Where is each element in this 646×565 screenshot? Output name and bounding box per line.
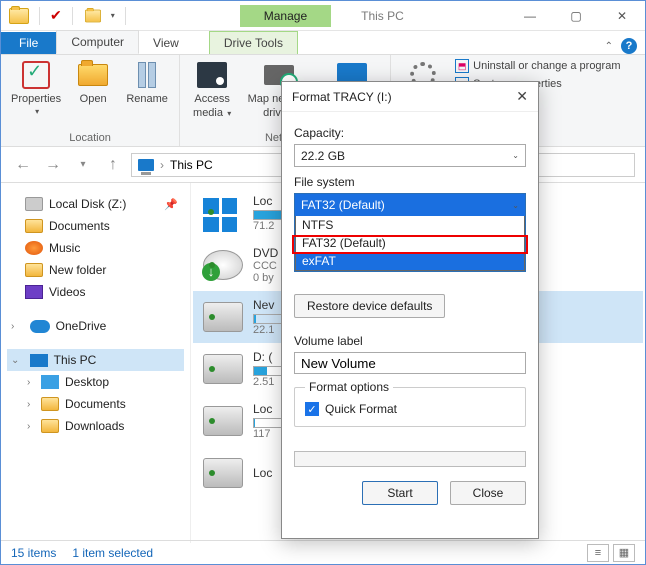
tab-view[interactable]: View	[139, 32, 193, 54]
uninstall-icon: ⬒	[455, 59, 469, 73]
back-button[interactable]: ←	[11, 153, 35, 177]
status-selected: 1 item selected	[72, 546, 153, 560]
chevron-down-icon: ⌄	[512, 201, 519, 210]
ribbon-open[interactable]: Open	[71, 59, 115, 105]
qa-folder-icon[interactable]	[85, 9, 101, 22]
drive-icon	[203, 302, 243, 332]
filesystem-options: NTFS FAT32 (Default) exFAT	[295, 216, 525, 271]
tab-drive-tools[interactable]: Drive Tools	[209, 31, 298, 54]
ribbon-uninstall[interactable]: ⬒Uninstall or change a program	[455, 59, 620, 73]
dvd-icon	[203, 250, 243, 280]
filesystem-label: File system	[294, 175, 526, 189]
chevron-right-icon[interactable]: ›	[27, 377, 30, 388]
ribbon-tabs: File Computer View Drive Tools ⌃ ?	[1, 31, 645, 55]
view-details-button[interactable]: ≡	[587, 544, 609, 562]
videos-icon	[25, 285, 43, 299]
dialog-close-button[interactable]: ✕	[516, 88, 528, 105]
tree-documents-2[interactable]: ›Documents	[7, 393, 184, 415]
view-large-button[interactable]: ▦	[613, 544, 635, 562]
format-dialog: Format TRACY (I:) ✕ Capacity: 22.2 GB⌄ F…	[281, 81, 539, 539]
start-button[interactable]: Start	[362, 481, 438, 505]
ribbon-properties[interactable]: Properties▾	[11, 59, 61, 116]
fs-option-exfat[interactable]: exFAT	[296, 252, 524, 270]
tree-documents[interactable]: Documents	[7, 215, 184, 237]
pc-icon	[138, 159, 154, 171]
tab-computer[interactable]: Computer	[56, 30, 139, 54]
explorer-icon	[9, 8, 29, 24]
collapse-ribbon-icon[interactable]: ⌃	[605, 41, 613, 52]
check-icon: ✓	[305, 402, 319, 416]
close-button-dialog[interactable]: Close	[450, 481, 526, 505]
pc-icon	[30, 354, 48, 367]
tree-videos[interactable]: Videos	[7, 281, 184, 303]
folder-icon	[25, 263, 43, 277]
chevron-down-icon[interactable]: ⌄	[11, 355, 19, 366]
format-options-label: Format options	[305, 380, 393, 394]
folder-icon	[25, 219, 43, 233]
maximize-button[interactable]: ▢	[553, 1, 599, 31]
music-icon	[25, 241, 43, 255]
status-bar: 15 items 1 item selected ≡ ▦	[1, 540, 645, 564]
drive-icon	[203, 354, 243, 384]
titlebar: ✔ ▾ Manage This PC — ▢ ✕	[1, 1, 645, 31]
tree-downloads[interactable]: ›Downloads	[7, 415, 184, 437]
drive-icon	[203, 458, 243, 488]
tab-file[interactable]: File	[1, 32, 56, 54]
disk-icon	[25, 197, 43, 211]
cloud-icon	[30, 320, 50, 333]
tree-desktop[interactable]: ›Desktop	[7, 371, 184, 393]
ribbon-group-location: Location	[11, 130, 169, 144]
ribbon-access-media[interactable]: Accessmedia ▾	[190, 59, 234, 119]
contextual-tab-manage: Manage	[240, 5, 331, 27]
capacity-label: Capacity:	[294, 126, 526, 140]
restore-defaults-button[interactable]: Restore device defaults	[294, 294, 445, 318]
qa-dropdown-icon[interactable]: ▾	[111, 11, 115, 20]
minimize-button[interactable]: —	[507, 1, 553, 31]
tree-music[interactable]: Music	[7, 237, 184, 259]
breadcrumb-thispc[interactable]: This PC	[170, 158, 213, 172]
fs-option-ntfs[interactable]: NTFS	[296, 216, 524, 234]
ribbon-rename[interactable]: Rename	[125, 59, 169, 105]
chevron-right-icon[interactable]: ›	[27, 399, 30, 410]
volume-label-input[interactable]	[294, 352, 526, 374]
tree-this-pc[interactable]: ⌄ This PC	[7, 349, 184, 371]
dialog-title: Format TRACY (I:)	[292, 90, 392, 104]
nav-tree: Local Disk (Z:)📌 Documents Music New fol…	[1, 183, 191, 543]
help-icon[interactable]: ?	[621, 38, 637, 54]
drive-icon	[203, 406, 243, 436]
chevron-right-icon[interactable]: ›	[11, 321, 14, 332]
qa-properties-icon[interactable]: ✔	[50, 7, 62, 24]
tree-onedrive[interactable]: › OneDrive	[7, 315, 184, 337]
volume-label-label: Volume label	[294, 334, 526, 348]
status-item-count: 15 items	[11, 546, 56, 560]
recent-dropdown[interactable]: ▾	[71, 153, 95, 177]
chevron-right-icon[interactable]: ›	[27, 421, 30, 432]
format-options-group: Format options ✓ Quick Format	[294, 380, 526, 427]
tree-new-folder[interactable]: New folder	[7, 259, 184, 281]
close-button[interactable]: ✕	[599, 1, 645, 31]
downloads-icon	[41, 419, 59, 433]
tree-local-disk-z[interactable]: Local Disk (Z:)📌	[7, 193, 184, 215]
up-button[interactable]: ↑	[101, 153, 125, 177]
quick-format-checkbox[interactable]: ✓ Quick Format	[305, 402, 515, 416]
forward-button[interactable]: →	[41, 153, 65, 177]
windows-icon	[203, 198, 243, 228]
format-progress	[294, 451, 526, 467]
fs-option-fat32[interactable]: FAT32 (Default)	[296, 234, 524, 252]
desktop-icon	[41, 375, 59, 389]
chevron-down-icon: ⌄	[512, 151, 519, 160]
pin-icon: 📌	[164, 198, 178, 211]
documents-icon	[41, 397, 59, 411]
window-title: This PC	[361, 9, 404, 23]
filesystem-select[interactable]: FAT32 (Default) ⌄ NTFS FAT32 (Default) ex…	[294, 193, 526, 272]
capacity-select[interactable]: 22.2 GB⌄	[294, 144, 526, 167]
